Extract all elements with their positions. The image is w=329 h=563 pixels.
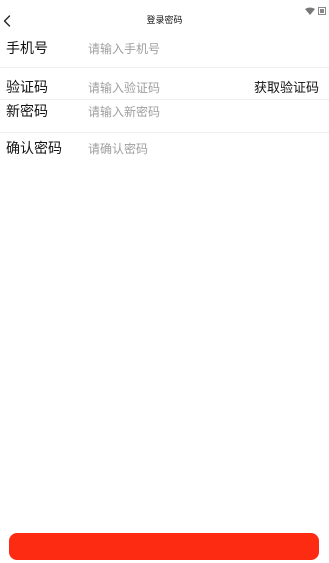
phone-row: 手机号 [0,32,329,68]
new-password-input[interactable] [84,102,242,122]
reset-form: 手机号 验证码 获取验证码 新密码 确认密码 [0,32,329,167]
reset-password-screen: 登录密码 手机号 验证码 获取验证码 新密码 确认密码 [0,0,329,563]
code-label: 验证码 [6,80,48,96]
new-password-label: 新密码 [6,104,48,120]
code-row: 验证码 获取验证码 [0,68,329,100]
phone-label: 手机号 [6,41,48,57]
get-code-button[interactable]: 获取验证码 [254,81,319,97]
confirm-password-row: 确认密码 [0,133,329,167]
page-title: 登录密码 [146,16,183,26]
status-bar [0,0,329,15]
code-input[interactable] [84,78,242,98]
confirm-password-input[interactable] [84,139,242,159]
new-password-row: 新密码 [0,100,329,133]
phone-input[interactable] [84,39,242,59]
confirm-password-label: 确认密码 [6,141,62,157]
submit-button[interactable] [9,533,319,560]
nav-bar: 登录密码 [0,10,329,32]
